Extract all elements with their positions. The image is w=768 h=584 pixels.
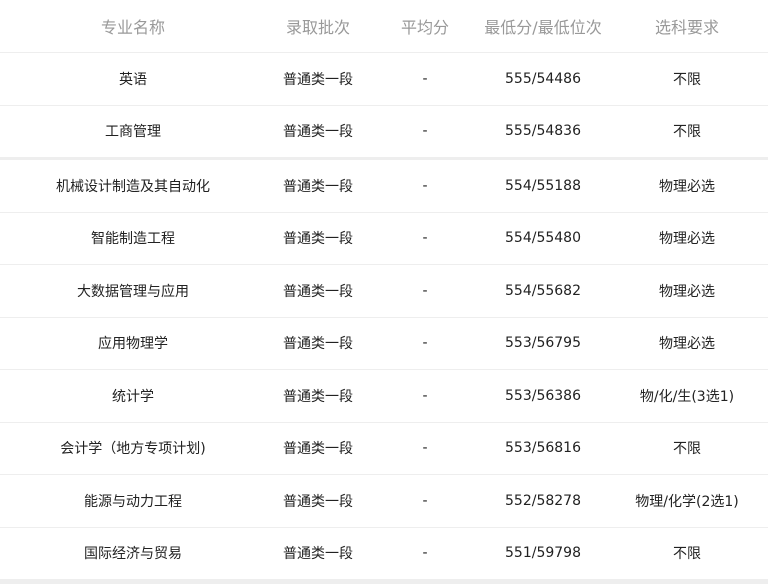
cell-subject-requirement: 物/化/生(3选1) <box>606 369 768 423</box>
cell-min-score-rank: 551/59798 <box>480 527 606 580</box>
cell-min-score-rank: 555/54486 <box>480 52 606 106</box>
admission-table: 专业名称 录取批次 平均分 最低分/最低位次 选科要求 英语 普通类一段 -555/… <box>0 0 768 580</box>
table-row: 能源与动力工程 普通类一段 -552/58278 物理/化学(2选1) <box>0 474 768 528</box>
cell-average: - <box>370 422 480 475</box>
cell-min-score-rank: 554/55682 <box>480 264 606 318</box>
cell-batch: 普通类一段 <box>266 52 370 106</box>
cell-min-score-rank: 554/55480 <box>480 212 606 265</box>
cell-major: 国际经济与贸易 <box>0 527 266 580</box>
cell-subject-requirement: 物理必选 <box>606 264 768 318</box>
cell-average: - <box>370 474 480 528</box>
cell-batch: 普通类一段 <box>266 422 370 475</box>
cell-major: 大数据管理与应用 <box>0 264 266 318</box>
cell-batch: 普通类一段 <box>266 212 370 265</box>
cell-average: - <box>370 527 480 580</box>
cell-subject-requirement: 不限 <box>606 527 768 580</box>
cell-batch: 普通类一段 <box>266 317 370 370</box>
cell-batch: 普通类一段 <box>266 369 370 423</box>
table-row: 智能制造工程 普通类一段 -554/55480 物理必选 <box>0 212 768 265</box>
cell-major: 机械设计制造及其自动化 <box>0 158 266 213</box>
table-row: 统计学 普通类一段 -553/56386 物/化/生(3选1) <box>0 369 768 423</box>
cell-min-score-rank: 554/55188 <box>480 158 606 213</box>
table-row: 应用物理学 普通类一段 -553/56795 物理必选 <box>0 317 768 370</box>
cell-batch: 普通类一段 <box>266 264 370 318</box>
cell-min-score-rank: 553/56386 <box>480 369 606 423</box>
cell-average: - <box>370 158 480 213</box>
cell-batch: 普通类一段 <box>266 158 370 213</box>
cell-min-score-rank: 553/56795 <box>480 317 606 370</box>
cell-major: 工商管理 <box>0 105 266 160</box>
cell-batch: 普通类一段 <box>266 105 370 160</box>
cell-major: 能源与动力工程 <box>0 474 266 528</box>
cell-subject-requirement: 不限 <box>606 105 768 160</box>
table-row: 英语 普通类一段 -555/54486 不限 <box>0 52 768 106</box>
header-subject-requirement: 选科要求 <box>606 0 768 53</box>
cell-average: - <box>370 105 480 160</box>
table-row: 机械设计制造及其自动化 普通类一段 -554/55188 物理必选 <box>0 158 768 213</box>
cell-batch: 普通类一段 <box>266 527 370 580</box>
cell-major: 应用物理学 <box>0 317 266 370</box>
cell-major: 智能制造工程 <box>0 212 266 265</box>
cell-average: - <box>370 369 480 423</box>
cell-min-score-rank: 555/54836 <box>480 105 606 160</box>
cell-subject-requirement: 物理必选 <box>606 317 768 370</box>
table-row: 国际经济与贸易 普通类一段 -551/59798 不限 <box>0 527 768 580</box>
cell-major: 会计学（地方专项计划) <box>0 422 266 475</box>
header-average: 平均分 <box>370 0 480 53</box>
cell-major: 英语 <box>0 52 266 106</box>
table-row: 会计学（地方专项计划) 普通类一段 -553/56816 不限 <box>0 422 768 475</box>
cell-average: - <box>370 52 480 106</box>
cell-average: - <box>370 317 480 370</box>
admission-table-container: 专业名称 录取批次 平均分 最低分/最低位次 选科要求 英语 普通类一段 -555/… <box>0 0 768 584</box>
cell-average: - <box>370 212 480 265</box>
cell-min-score-rank: 552/58278 <box>480 474 606 528</box>
table-row: 工商管理 普通类一段 -555/54836 不限 <box>0 105 768 160</box>
cell-subject-requirement: 物理/化学(2选1) <box>606 474 768 528</box>
cell-min-score-rank: 553/56816 <box>480 422 606 475</box>
cell-subject-requirement: 物理必选 <box>606 158 768 213</box>
cell-subject-requirement: 不限 <box>606 52 768 106</box>
header-min-score-rank: 最低分/最低位次 <box>480 0 606 53</box>
header-batch: 录取批次 <box>266 0 370 53</box>
cell-average: - <box>370 264 480 318</box>
cell-batch: 普通类一段 <box>266 474 370 528</box>
table-header: 专业名称 录取批次 平均分 最低分/最低位次 选科要求 <box>0 0 768 53</box>
cell-subject-requirement: 物理必选 <box>606 212 768 265</box>
cell-major: 统计学 <box>0 369 266 423</box>
header-major: 专业名称 <box>0 0 266 53</box>
table-row: 大数据管理与应用 普通类一段 -554/55682 物理必选 <box>0 264 768 318</box>
cell-subject-requirement: 不限 <box>606 422 768 475</box>
